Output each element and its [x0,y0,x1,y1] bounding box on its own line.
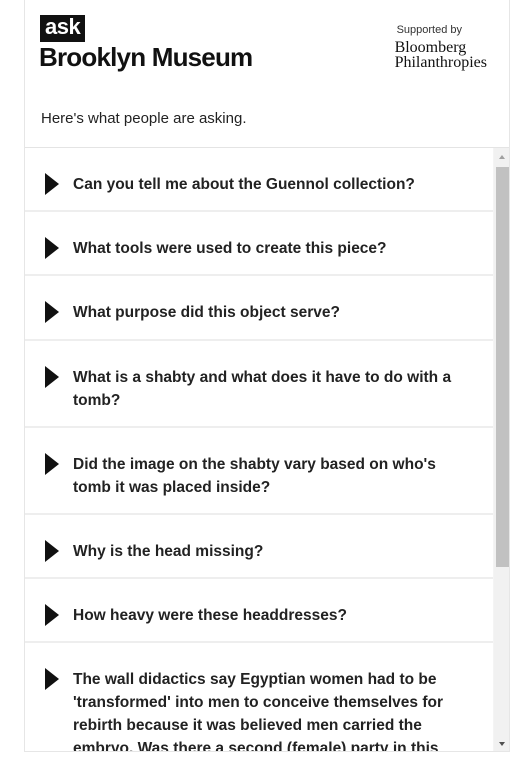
brooklyn-museum-logo: Brooklyn Museum [39,42,253,72]
question-list: Can you tell me about the Guennol collec… [25,148,493,752]
expand-triangle-icon [45,668,59,690]
question-text: Did the image on the shabty vary based o… [73,456,436,496]
scroll-up-arrow-icon[interactable] [499,155,505,159]
question-item[interactable]: How heavy were these headdresses? [25,579,493,643]
expand-triangle-icon [45,366,59,388]
vertical-scrollbar[interactable] [494,148,509,751]
sponsor-block: Supported by Bloomberg Philanthropies [394,24,487,71]
sponsor-logo: Bloomberg Philanthropies [394,39,487,71]
ask-logo: ask [40,15,86,42]
expand-triangle-icon [45,301,59,323]
question-item[interactable]: The wall didactics say Egyptian women ha… [25,643,493,752]
question-text: What purpose did this object serve? [73,304,340,321]
question-text: What is a shabty and what does it have t… [73,369,452,409]
expand-triangle-icon [45,604,59,626]
expand-triangle-icon [45,453,59,475]
intro-text: Here's what people are asking. [41,110,247,127]
scroll-down-arrow-icon[interactable] [499,742,505,746]
question-list-container[interactable]: Can you tell me about the Guennol collec… [25,147,509,752]
question-text: How heavy were these headdresses? [73,607,347,624]
question-text: Why is the head missing? [73,543,264,560]
expand-triangle-icon [45,237,59,259]
question-text: The wall didactics say Egyptian women ha… [73,671,443,752]
question-item[interactable]: What is a shabty and what does it have t… [25,341,493,428]
scrollbar-thumb[interactable] [496,167,509,567]
question-item[interactable]: Why is the head missing? [25,515,493,579]
question-item[interactable]: What purpose did this object serve? [25,276,493,341]
header: ask Brooklyn Museum Supported by Bloombe… [25,0,509,90]
question-item[interactable]: Can you tell me about the Guennol collec… [25,148,493,212]
question-item[interactable]: Did the image on the shabty vary based o… [25,428,493,515]
question-text: Can you tell me about the Guennol collec… [73,176,415,193]
question-item[interactable]: What tools were used to create this piec… [25,212,493,276]
expand-triangle-icon [45,173,59,195]
question-text: What tools were used to create this piec… [73,240,387,257]
ask-app-panel: ask Brooklyn Museum Supported by Bloombe… [24,0,510,752]
expand-triangle-icon [45,540,59,562]
sponsor-label: Supported by [396,24,462,36]
